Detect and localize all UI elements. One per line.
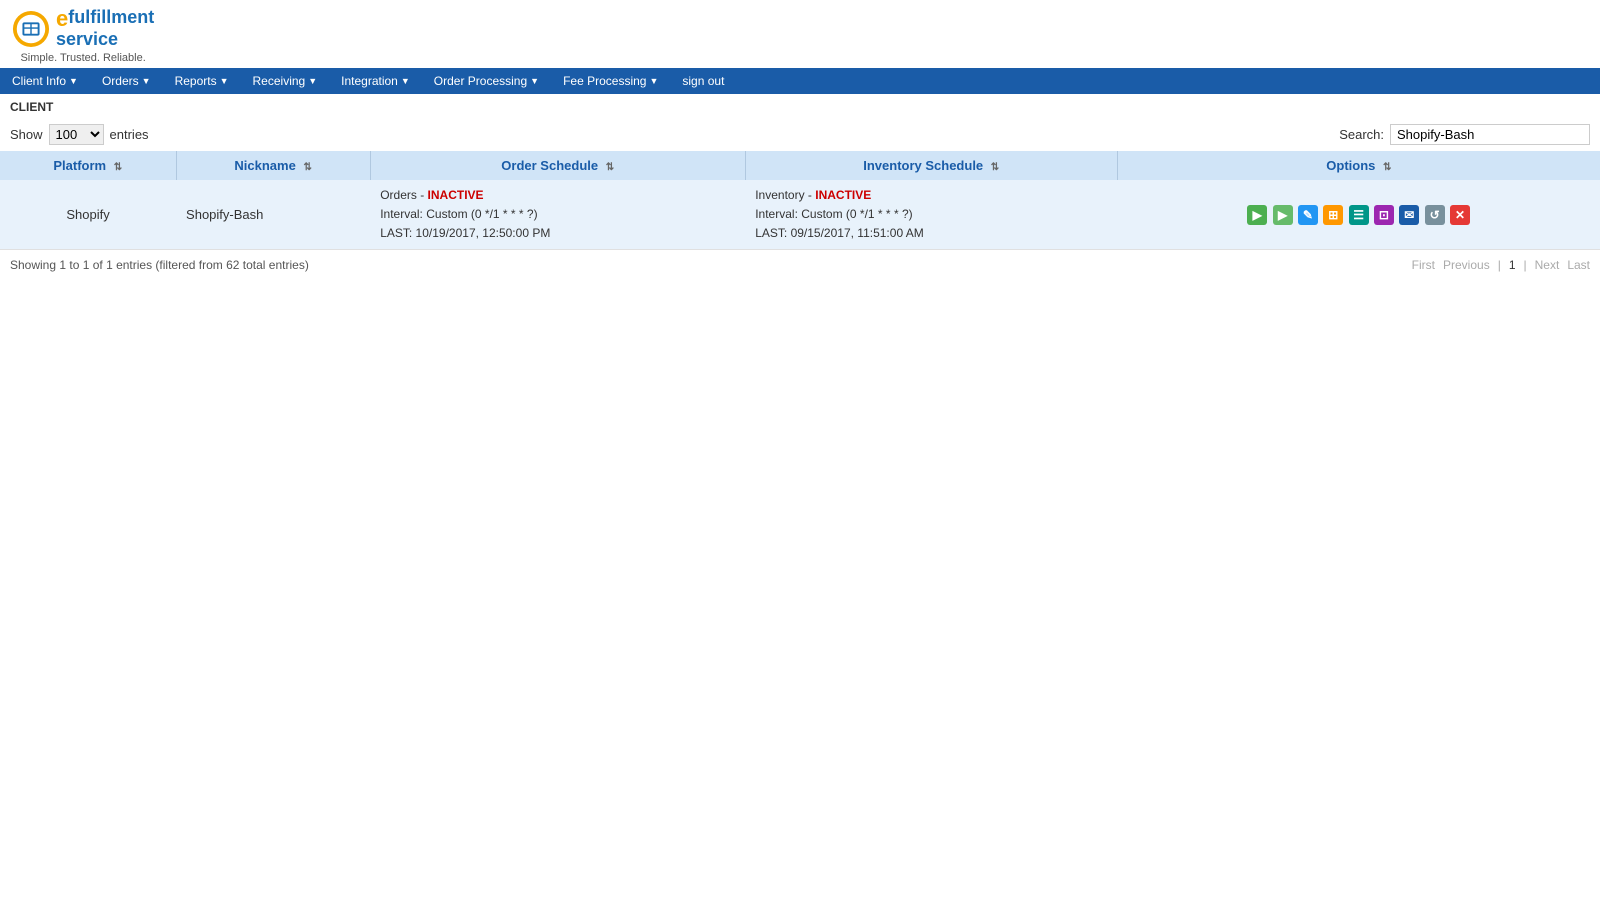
nav-client-info-label: Client Info xyxy=(12,74,66,88)
col-order-schedule[interactable]: Order Schedule ⇅ xyxy=(370,151,745,180)
nav-reports-label: Reports xyxy=(175,74,217,88)
btn-email[interactable]: ✉ xyxy=(1399,205,1419,225)
inventory-text: Inventory - INACTIVE xyxy=(755,188,871,202)
col-order-schedule-sort-icon: ⇅ xyxy=(606,162,614,173)
table-controls: Show 100 25 50 entries Search: xyxy=(0,118,1600,151)
col-nickname[interactable]: Nickname ⇅ xyxy=(176,151,370,180)
logo-fulfillment: fulfillment xyxy=(68,8,154,30)
col-options-label: Options xyxy=(1326,158,1375,173)
btn-delete[interactable]: ✕ xyxy=(1450,205,1470,225)
table-header-row: Platform ⇅ Nickname ⇅ Order Schedule ⇅ I… xyxy=(0,151,1600,180)
nav-receiving-label: Receiving xyxy=(253,74,306,88)
nav-order-processing-label: Order Processing xyxy=(434,74,527,88)
btn-log[interactable]: ☰ xyxy=(1349,205,1369,225)
cell-nickname: Shopify-Bash xyxy=(176,180,370,250)
btn-grid[interactable]: ⊡ xyxy=(1374,205,1394,225)
nav-order-processing[interactable]: Order Processing ▼ xyxy=(422,70,551,92)
btn-run2[interactable]: ▶ xyxy=(1273,205,1293,225)
inventory-interval: Interval: Custom (0 */1 * * * ?) xyxy=(755,207,912,221)
search-area: Search: xyxy=(1339,124,1590,145)
show-entries-container: Show 100 25 50 entries xyxy=(10,124,149,145)
nav-integration-label: Integration xyxy=(341,74,398,88)
inventory-last: LAST: 09/15/2017, 11:51:00 AM xyxy=(755,226,924,240)
pagination-divider2: | xyxy=(1524,258,1527,272)
nav-orders-arrow: ▼ xyxy=(142,76,151,86)
col-order-schedule-label: Order Schedule xyxy=(501,158,598,173)
btn-edit[interactable]: ✎ xyxy=(1298,205,1318,225)
search-input[interactable] xyxy=(1390,124,1590,145)
nav-fee-processing-arrow: ▼ xyxy=(649,76,658,86)
table-row: Shopify Shopify-Bash Orders - INACTIVE In… xyxy=(0,180,1600,250)
col-options[interactable]: Options ⇅ xyxy=(1117,151,1600,180)
search-label: Search: xyxy=(1339,127,1384,142)
cell-platform: Shopify xyxy=(0,180,176,250)
btn-details[interactable]: ⊞ xyxy=(1323,205,1343,225)
orders-text: Orders - INACTIVE xyxy=(380,188,483,202)
nav-orders-label: Orders xyxy=(102,74,139,88)
nav-client-info-arrow: ▼ xyxy=(69,76,78,86)
page-info: Showing 1 to 1 of 1 entries (filtered fr… xyxy=(10,258,309,272)
logo-tagline: Simple. Trusted. Reliable. xyxy=(12,52,154,64)
navbar: Client Info ▼ Orders ▼ Reports ▼ Receivi… xyxy=(0,68,1600,94)
entries-label: entries xyxy=(110,127,149,142)
nav-receiving[interactable]: Receiving ▼ xyxy=(241,70,330,92)
col-nickname-label: Nickname xyxy=(234,158,295,173)
logo-service: service xyxy=(56,29,118,49)
header: e fulfillment service Simple. Trusted. R… xyxy=(0,0,1600,68)
cell-order-schedule: Orders - INACTIVE Interval: Custom (0 */1… xyxy=(370,180,745,250)
pagination-next[interactable]: Next xyxy=(1535,258,1560,272)
orders-last: LAST: 10/19/2017, 12:50:00 PM xyxy=(380,226,550,240)
logo-e: e xyxy=(56,8,68,30)
logo-icon xyxy=(12,10,50,48)
btn-refresh[interactable]: ↺ xyxy=(1425,205,1445,225)
btn-run1[interactable]: ▶ xyxy=(1247,205,1267,225)
entries-select[interactable]: 100 25 50 xyxy=(49,124,104,145)
page-nav: First Previous | 1 | Next Last xyxy=(1412,258,1590,272)
nav-reports-arrow: ▼ xyxy=(220,76,229,86)
nav-integration[interactable]: Integration ▼ xyxy=(329,70,422,92)
nav-client-info[interactable]: Client Info ▼ xyxy=(0,70,90,92)
page-title: CLIENT xyxy=(0,94,1600,118)
logo: e fulfillment service xyxy=(12,8,154,50)
pagination-first[interactable]: First xyxy=(1412,258,1435,272)
cell-inventory-schedule: Inventory - INACTIVE Interval: Custom (0 … xyxy=(745,180,1117,250)
nav-reports[interactable]: Reports ▼ xyxy=(163,70,241,92)
nav-receiving-arrow: ▼ xyxy=(308,76,317,86)
col-platform-sort-icon: ⇅ xyxy=(114,162,122,173)
col-inventory-schedule-sort-icon: ⇅ xyxy=(991,162,999,173)
nav-signout[interactable]: sign out xyxy=(670,70,736,92)
pagination-divider1: | xyxy=(1498,258,1501,272)
show-label: Show xyxy=(10,127,43,142)
nav-order-processing-arrow: ▼ xyxy=(530,76,539,86)
col-inventory-schedule-label: Inventory Schedule xyxy=(863,158,983,173)
nav-integration-arrow: ▼ xyxy=(401,76,410,86)
data-table: Platform ⇅ Nickname ⇅ Order Schedule ⇅ I… xyxy=(0,151,1600,251)
nav-fee-processing-label: Fee Processing xyxy=(563,74,646,88)
logo-brand: e fulfillment service xyxy=(56,8,154,50)
nav-orders[interactable]: Orders ▼ xyxy=(90,70,163,92)
pagination: Showing 1 to 1 of 1 entries (filtered fr… xyxy=(0,250,1600,280)
orders-interval: Interval: Custom (0 */1 * * * ?) xyxy=(380,207,537,221)
pagination-previous[interactable]: Previous xyxy=(1443,258,1490,272)
pagination-last[interactable]: Last xyxy=(1567,258,1590,272)
pagination-page[interactable]: 1 xyxy=(1509,258,1516,272)
col-options-sort-icon: ⇅ xyxy=(1383,162,1391,173)
col-platform[interactable]: Platform ⇅ xyxy=(0,151,176,180)
nav-fee-processing[interactable]: Fee Processing ▼ xyxy=(551,70,670,92)
col-inventory-schedule[interactable]: Inventory Schedule ⇅ xyxy=(745,151,1117,180)
col-platform-label: Platform xyxy=(53,158,106,173)
col-nickname-sort-icon: ⇅ xyxy=(303,162,311,173)
logo-container: e fulfillment service Simple. Trusted. R… xyxy=(12,8,154,64)
cell-options: ▶ ▶ ✎ ⊞ ☰ ⊡ ✉ ↺ ✕ xyxy=(1117,180,1600,250)
